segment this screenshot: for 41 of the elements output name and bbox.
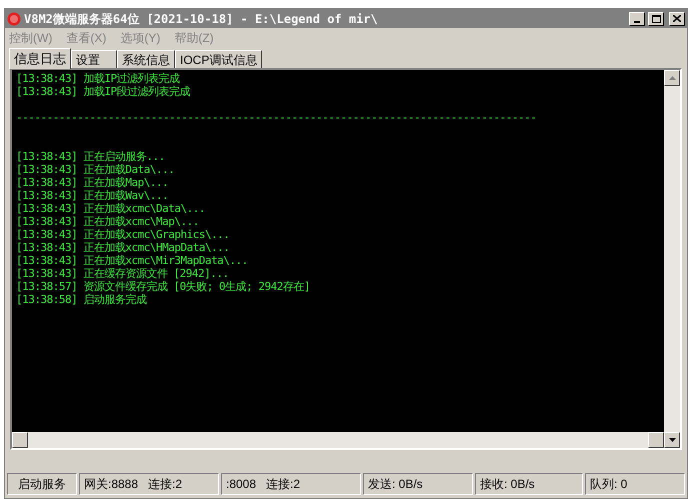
tab[interactable]: 信息日志 — [9, 48, 71, 69]
status-text: 连接:2 — [266, 476, 300, 493]
status-text: 接收: 0B/s — [480, 476, 535, 493]
status-text: 连接:2 — [148, 476, 182, 493]
log-line: [13:38:43] 正在加载Map\... — [16, 176, 168, 189]
scroll-up-button[interactable] — [664, 70, 680, 86]
scroll-left-button[interactable] — [12, 432, 28, 448]
separator-line: ------------------------------------------------------------------------------------- — [16, 111, 536, 124]
up-arrow-icon — [668, 76, 676, 80]
log-line: [13:38:43] 正在加载xcmc\Map\... — [16, 215, 199, 228]
close-icon — [673, 15, 681, 22]
minimize-button[interactable] — [629, 12, 645, 26]
maximize-button[interactable] — [648, 12, 664, 26]
log-line: [13:38:43] 正在加载Data\... — [16, 163, 174, 176]
status-text: 发送: 0B/s — [368, 476, 423, 493]
log-line: [13:38:43] 正在加载xcmc\Data\... — [16, 202, 205, 215]
app-icon — [7, 12, 21, 26]
horizontal-scrollbar[interactable] — [12, 432, 664, 448]
window-title: V8M2微端服务器64位 [2021-10-18] - E:\Legend of mir\ — [24, 10, 378, 28]
log-line: [13:38:43] 正在加载xcmc\HMapData\... — [16, 241, 230, 254]
log-line: [13:38:43] 正在启动服务... — [16, 150, 165, 163]
vertical-scrollbar[interactable] — [664, 70, 680, 448]
log-line: [13:38:43] 正在加载Wav\... — [16, 189, 168, 202]
log-line: [13:38:43] 正在加载xcmc\Graphics\... — [16, 228, 230, 241]
log-line: [13:38:43] 正在加载xcmc\Mir3MapData\... — [16, 254, 248, 267]
status-text: 队列: 0 — [590, 476, 628, 493]
close-button[interactable] — [669, 12, 685, 26]
scroll-right-button[interactable] — [648, 432, 664, 448]
log-line: [13:38:43] 加载IP段过滤列表完成 — [16, 85, 190, 98]
log-line: [13:38:57] 资源文件缓存完成 [0失败; 0生成; 2942存在] — [16, 280, 310, 293]
status-text: :8008 — [226, 476, 256, 493]
log-line: [13:38:43] 加载IP过滤列表完成 — [16, 72, 180, 85]
tab[interactable]: IOCP调试信息 — [175, 50, 262, 68]
tab[interactable]: 系统信息 — [117, 50, 175, 68]
log-line: [13:38:43] 正在缓存资源文件 [2942]... — [16, 267, 229, 280]
down-arrow-icon — [668, 438, 676, 442]
log-line: [13:38:58] 启动服务完成 — [16, 293, 146, 306]
tab[interactable]: 设置 — [71, 50, 117, 68]
scroll-down-button[interactable] — [664, 432, 680, 448]
status-text: 启动服务 — [18, 476, 66, 493]
status-text: 网关:8888 — [84, 476, 138, 493]
